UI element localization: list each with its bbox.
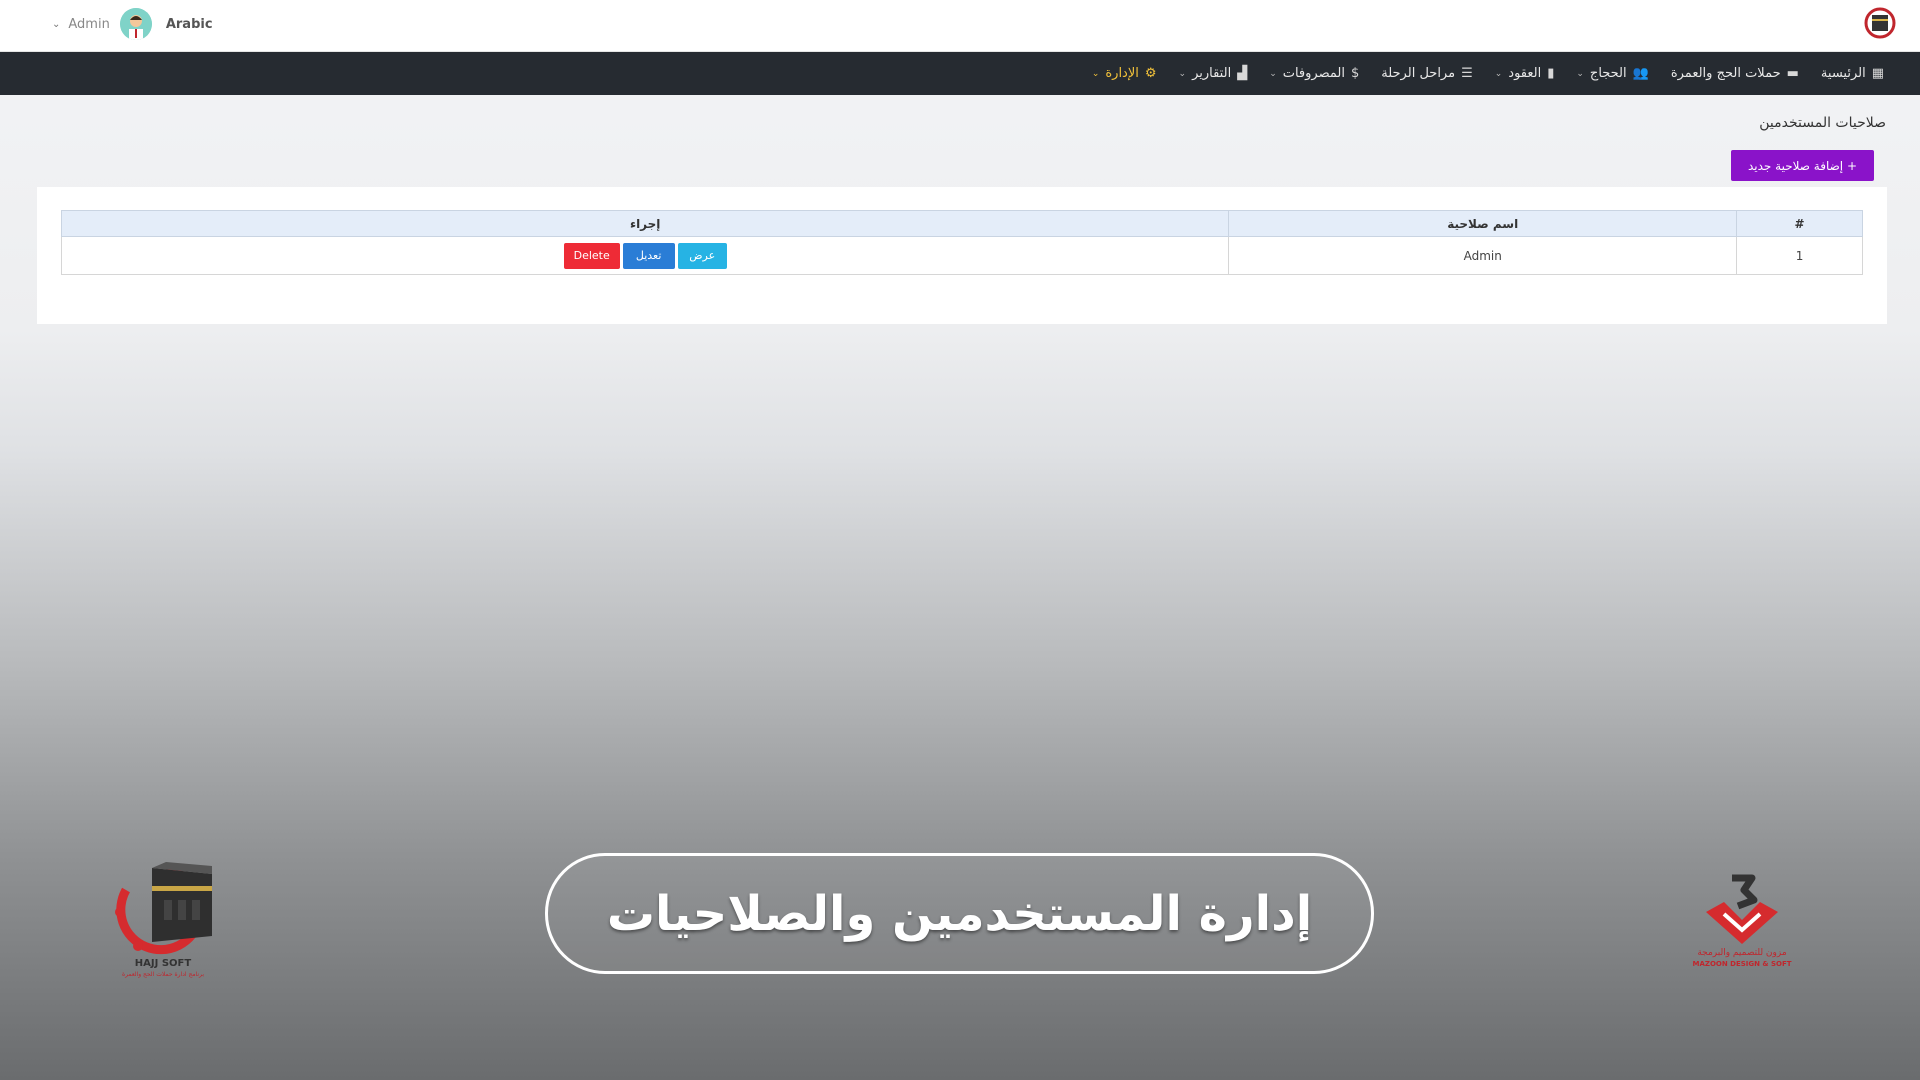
column-header-name: اسم صلاحية: [1228, 210, 1738, 237]
avatar[interactable]: [119, 8, 152, 40]
nav-item-campaigns[interactable]: ▬ حملات الحج والعمرة: [1671, 66, 1799, 81]
nav-item-expenses[interactable]: $ المصروفات ⌄: [1269, 66, 1359, 81]
nav-label: الرئيسية: [1820, 66, 1866, 81]
banner-text: إدارة المستخدمين والصلاحيات: [606, 885, 1313, 942]
chevron-down-icon: ⌄: [52, 18, 61, 30]
nav-label: مراحل الرحلة: [1381, 66, 1456, 81]
add-permission-button[interactable]: + إضافة صلاحية جديد: [1731, 150, 1874, 181]
column-header-number: #: [1736, 210, 1863, 237]
view-button[interactable]: عرض: [677, 242, 727, 269]
top-bar: ⌄ Admin Arabic: [0, 0, 1920, 52]
nav-label: المصروفات: [1282, 66, 1345, 81]
title-banner: إدارة المستخدمين والصلاحيات: [545, 853, 1374, 974]
hajj-soft-logo: HAJJ SOFT برنامج ادارة حملات الحج والعمر…: [108, 860, 218, 980]
list-icon: ☰: [1461, 66, 1473, 81]
gear-icon: ⚙: [1144, 66, 1157, 81]
nav-item-home[interactable]: ▦ الرئيسية: [1821, 66, 1884, 81]
chevron-down-icon: ⌄: [1576, 68, 1584, 79]
chevron-down-icon: ⌄: [1178, 68, 1187, 79]
chevron-down-icon: ⌄: [1091, 68, 1100, 79]
dollar-icon: $: [1350, 66, 1360, 81]
mazoon-logo: مزون للتصميم والبرمجة MAZOON DESIGN & SO…: [1692, 872, 1792, 977]
nav-label: الحجاج: [1589, 66, 1627, 81]
dashboard-icon: ▦: [1871, 66, 1884, 81]
kaaba-icon: ▬: [1786, 66, 1799, 81]
nav-label: حملات الحج والعمرة: [1670, 66, 1781, 81]
nav-label: العقود: [1508, 66, 1542, 81]
table-header-row: إجراء اسم صلاحية #: [60, 210, 1863, 237]
chart-icon: ▟: [1237, 66, 1248, 81]
actions-cell: Delete تعديل عرض: [60, 236, 1230, 275]
users-icon: 👥: [1632, 66, 1649, 81]
language-selector[interactable]: Arabic: [166, 17, 213, 32]
logo-caption: مزون للتصميم والبرمجة: [1697, 948, 1787, 958]
logo-subcaption: برنامج ادارة حملات الحج والعمرة: [121, 971, 205, 978]
page-title: صلاحيات المستخدمين: [1759, 115, 1886, 131]
nav-item-administration[interactable]: ⚙ الإدارة ⌄: [1092, 66, 1157, 81]
main-navbar: ▦ الرئيسية ▬ حملات الحج والعمرة 👥 الحجاج…: [0, 52, 1920, 95]
nav-label: الإدارة: [1105, 66, 1139, 81]
column-header-actions: إجراء: [60, 210, 1230, 237]
logo-caption: HAJJ SOFT: [134, 958, 192, 969]
nav-item-contracts[interactable]: ▮ العقود ⌄: [1495, 66, 1555, 81]
chevron-down-icon: ⌄: [1494, 68, 1503, 79]
edit-button[interactable]: تعديل: [622, 242, 675, 269]
nav-item-pilgrims[interactable]: 👥 الحجاج ⌄: [1576, 66, 1648, 81]
logo-subcaption: MAZOON DESIGN & SOFT: [1692, 960, 1792, 968]
file-icon: ▮: [1547, 66, 1555, 81]
nav-item-trip-stages[interactable]: ☰ مراحل الرحلة: [1381, 66, 1472, 81]
permission-name-cell: Admin: [1228, 236, 1738, 275]
permissions-card: إجراء اسم صلاحية # Delete تعديل عرض Admi…: [37, 187, 1887, 324]
delete-button[interactable]: Delete: [563, 242, 620, 269]
row-number-cell: 1: [1736, 236, 1863, 275]
table-row: Delete تعديل عرض Admin 1: [60, 236, 1863, 275]
nav-item-reports[interactable]: ▟ التقارير ⌄: [1179, 66, 1248, 81]
app-logo[interactable]: [1862, 5, 1898, 41]
chevron-down-icon: ⌄: [1269, 68, 1277, 79]
permissions-table: إجراء اسم صلاحية # Delete تعديل عرض Admi…: [60, 210, 1863, 275]
user-name[interactable]: Admin: [68, 17, 109, 32]
nav-label: التقارير: [1192, 66, 1232, 81]
user-menu[interactable]: ⌄ Admin Arabic: [52, 6, 213, 42]
